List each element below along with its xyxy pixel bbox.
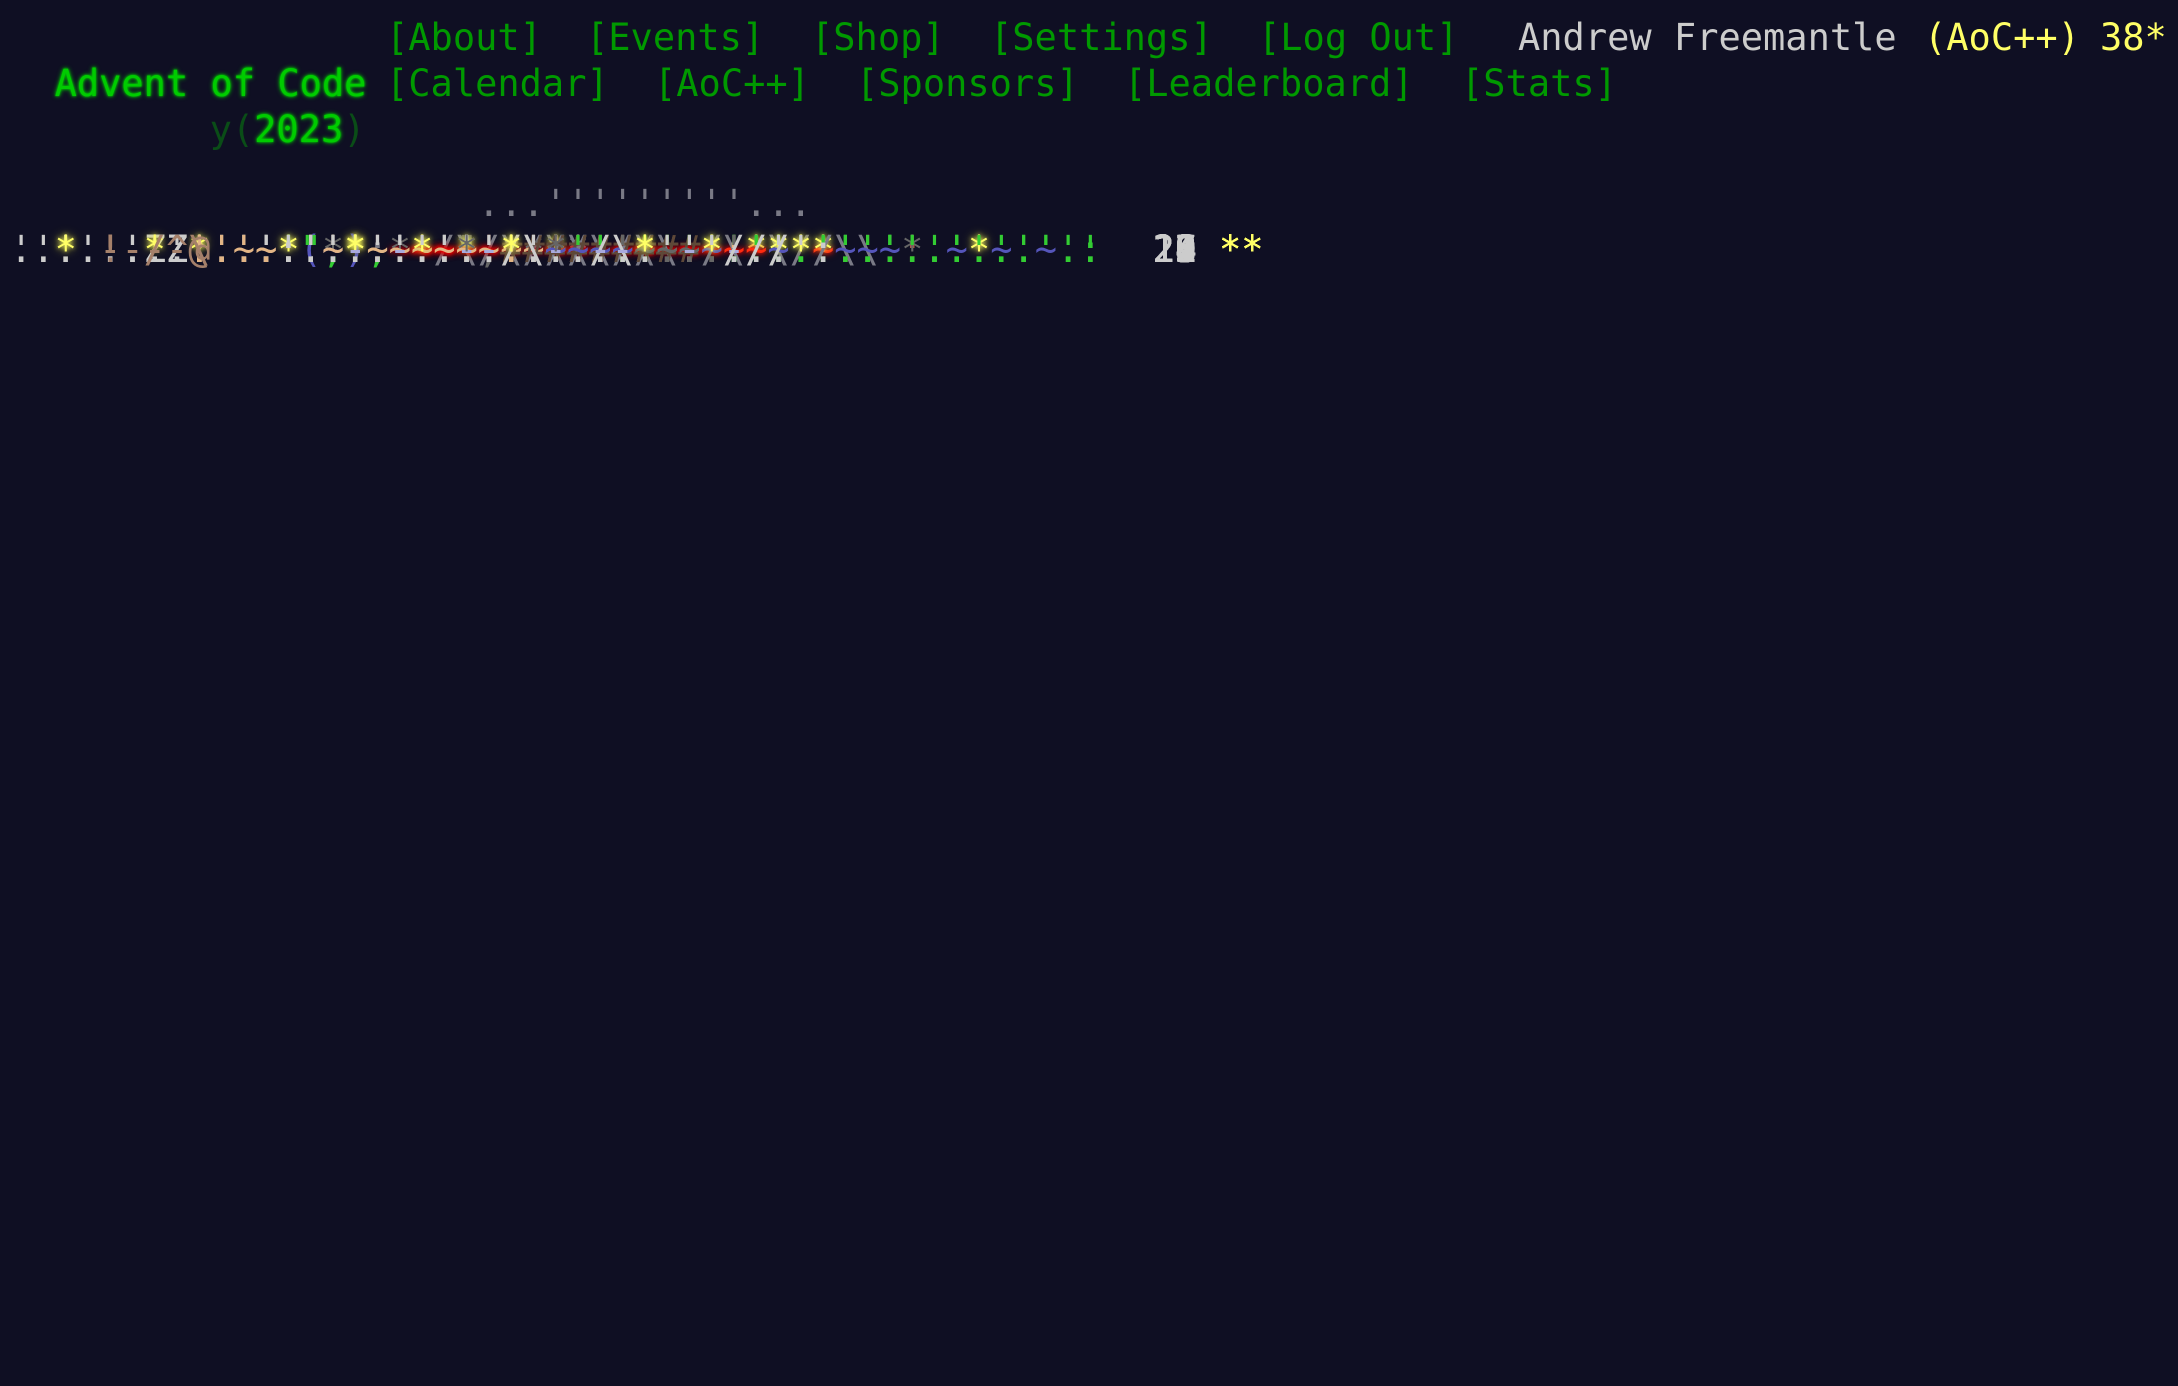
lit-star-icon: *	[500, 228, 523, 271]
nav-shop[interactable]: [Shop]	[811, 15, 945, 61]
art-segment: ......'''	[522, 228, 723, 271]
nav-log-out[interactable]: [Log Out]	[1258, 15, 1458, 61]
year-link[interactable]: 2023	[254, 108, 343, 151]
day-stars: **	[1219, 228, 1264, 271]
nav-aoc-plus-plus[interactable]: [AoC++]	[654, 61, 810, 107]
header-line-1: Advent of Code	[10, 15, 367, 105]
art-segment: ...'''''''''...	[10, 182, 812, 225]
nav-events[interactable]: [Events]	[586, 15, 764, 61]
nav-stats[interactable]: [Stats]	[1461, 61, 1617, 107]
nav-sponsors[interactable]: [Sponsors]	[856, 61, 1079, 107]
year-prefix: y(	[209, 108, 255, 151]
year-suffix: )	[343, 108, 366, 151]
art-segment: '''..	[210, 228, 501, 271]
nav-about[interactable]: [About]	[386, 15, 542, 61]
day-number: 1	[1174, 228, 1197, 271]
nav-leaderboard[interactable]: [Leaderboard]	[1124, 61, 1414, 107]
art-segment: ! /^\	[99, 228, 211, 271]
calendar-art: ...'''''''''...	[10, 181, 812, 227]
event-year: y(2023)	[165, 61, 366, 151]
art-segment	[77, 228, 99, 271]
star-count: 38*	[2100, 16, 2167, 59]
calendar-art: * ! /^\	[10, 227, 211, 273]
nav-calendar[interactable]: [Calendar]	[386, 61, 609, 107]
nav-settings[interactable]: [Settings]	[990, 15, 1213, 61]
art-segment	[10, 228, 55, 271]
aoc-plus-plus-badge[interactable]: (AoC++)	[1924, 15, 2080, 61]
lit-star-icon: *	[54, 228, 77, 271]
art-segment: ..'	[722, 228, 790, 271]
user-name: Andrew Freemantle	[1518, 16, 1897, 59]
